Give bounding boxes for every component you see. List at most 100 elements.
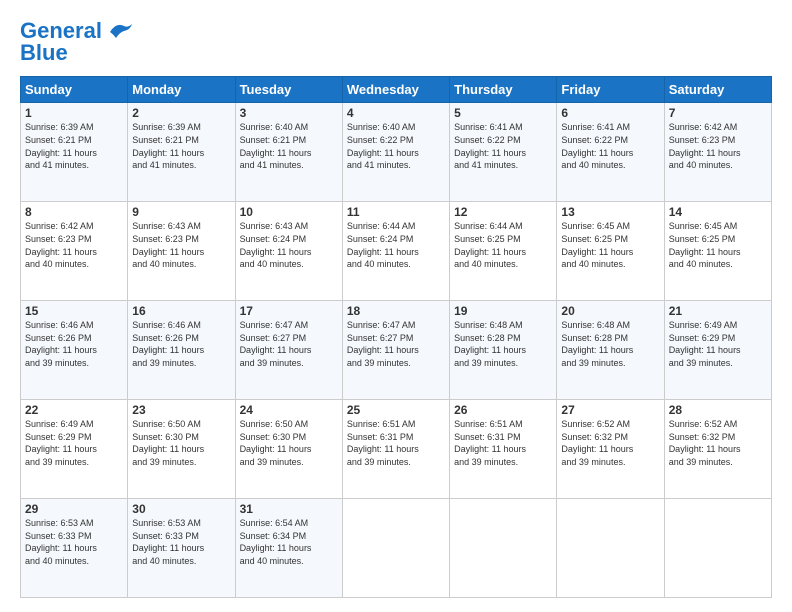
day-number: 3	[240, 106, 338, 120]
day-info: Sunrise: 6:44 AM Sunset: 6:25 PM Dayligh…	[454, 220, 552, 270]
calendar-cell: 29Sunrise: 6:53 AM Sunset: 6:33 PM Dayli…	[21, 499, 128, 598]
day-number: 18	[347, 304, 445, 318]
calendar-cell: 16Sunrise: 6:46 AM Sunset: 6:26 PM Dayli…	[128, 301, 235, 400]
day-info: Sunrise: 6:43 AM Sunset: 6:24 PM Dayligh…	[240, 220, 338, 270]
day-number: 25	[347, 403, 445, 417]
calendar-cell: 25Sunrise: 6:51 AM Sunset: 6:31 PM Dayli…	[342, 400, 449, 499]
calendar-cell: 9Sunrise: 6:43 AM Sunset: 6:23 PM Daylig…	[128, 202, 235, 301]
day-number: 17	[240, 304, 338, 318]
day-number: 8	[25, 205, 123, 219]
day-info: Sunrise: 6:39 AM Sunset: 6:21 PM Dayligh…	[132, 121, 230, 171]
day-number: 12	[454, 205, 552, 219]
calendar-cell: 12Sunrise: 6:44 AM Sunset: 6:25 PM Dayli…	[450, 202, 557, 301]
calendar-cell	[557, 499, 664, 598]
day-number: 20	[561, 304, 659, 318]
header: General Blue	[20, 18, 772, 66]
calendar-cell: 15Sunrise: 6:46 AM Sunset: 6:26 PM Dayli…	[21, 301, 128, 400]
day-info: Sunrise: 6:40 AM Sunset: 6:22 PM Dayligh…	[347, 121, 445, 171]
day-number: 31	[240, 502, 338, 516]
day-info: Sunrise: 6:45 AM Sunset: 6:25 PM Dayligh…	[669, 220, 767, 270]
calendar-cell: 22Sunrise: 6:49 AM Sunset: 6:29 PM Dayli…	[21, 400, 128, 499]
day-number: 7	[669, 106, 767, 120]
day-info: Sunrise: 6:40 AM Sunset: 6:21 PM Dayligh…	[240, 121, 338, 171]
day-info: Sunrise: 6:48 AM Sunset: 6:28 PM Dayligh…	[454, 319, 552, 369]
weekday-header-tuesday: Tuesday	[235, 77, 342, 103]
calendar-cell: 13Sunrise: 6:45 AM Sunset: 6:25 PM Dayli…	[557, 202, 664, 301]
day-info: Sunrise: 6:46 AM Sunset: 6:26 PM Dayligh…	[132, 319, 230, 369]
day-number: 11	[347, 205, 445, 219]
weekday-header-sunday: Sunday	[21, 77, 128, 103]
day-info: Sunrise: 6:46 AM Sunset: 6:26 PM Dayligh…	[25, 319, 123, 369]
day-info: Sunrise: 6:54 AM Sunset: 6:34 PM Dayligh…	[240, 517, 338, 567]
day-number: 26	[454, 403, 552, 417]
calendar-cell	[450, 499, 557, 598]
calendar-cell: 17Sunrise: 6:47 AM Sunset: 6:27 PM Dayli…	[235, 301, 342, 400]
weekday-header-friday: Friday	[557, 77, 664, 103]
day-info: Sunrise: 6:49 AM Sunset: 6:29 PM Dayligh…	[669, 319, 767, 369]
weekday-header-thursday: Thursday	[450, 77, 557, 103]
calendar-cell: 6Sunrise: 6:41 AM Sunset: 6:22 PM Daylig…	[557, 103, 664, 202]
day-info: Sunrise: 6:39 AM Sunset: 6:21 PM Dayligh…	[25, 121, 123, 171]
calendar-cell: 23Sunrise: 6:50 AM Sunset: 6:30 PM Dayli…	[128, 400, 235, 499]
calendar-cell: 10Sunrise: 6:43 AM Sunset: 6:24 PM Dayli…	[235, 202, 342, 301]
calendar-cell: 14Sunrise: 6:45 AM Sunset: 6:25 PM Dayli…	[664, 202, 771, 301]
day-info: Sunrise: 6:51 AM Sunset: 6:31 PM Dayligh…	[454, 418, 552, 468]
calendar-cell: 11Sunrise: 6:44 AM Sunset: 6:24 PM Dayli…	[342, 202, 449, 301]
logo-bird-icon	[106, 20, 134, 42]
day-info: Sunrise: 6:42 AM Sunset: 6:23 PM Dayligh…	[669, 121, 767, 171]
day-number: 16	[132, 304, 230, 318]
day-info: Sunrise: 6:48 AM Sunset: 6:28 PM Dayligh…	[561, 319, 659, 369]
calendar-cell: 28Sunrise: 6:52 AM Sunset: 6:32 PM Dayli…	[664, 400, 771, 499]
day-number: 5	[454, 106, 552, 120]
day-number: 29	[25, 502, 123, 516]
calendar-cell: 7Sunrise: 6:42 AM Sunset: 6:23 PM Daylig…	[664, 103, 771, 202]
day-number: 14	[669, 205, 767, 219]
calendar-cell: 5Sunrise: 6:41 AM Sunset: 6:22 PM Daylig…	[450, 103, 557, 202]
weekday-header-saturday: Saturday	[664, 77, 771, 103]
day-number: 1	[25, 106, 123, 120]
logo-blue-text: Blue	[20, 40, 68, 66]
calendar-cell: 3Sunrise: 6:40 AM Sunset: 6:21 PM Daylig…	[235, 103, 342, 202]
day-number: 21	[669, 304, 767, 318]
day-info: Sunrise: 6:49 AM Sunset: 6:29 PM Dayligh…	[25, 418, 123, 468]
day-number: 9	[132, 205, 230, 219]
calendar-cell	[664, 499, 771, 598]
day-info: Sunrise: 6:53 AM Sunset: 6:33 PM Dayligh…	[25, 517, 123, 567]
day-info: Sunrise: 6:44 AM Sunset: 6:24 PM Dayligh…	[347, 220, 445, 270]
calendar-cell: 24Sunrise: 6:50 AM Sunset: 6:30 PM Dayli…	[235, 400, 342, 499]
calendar-table: SundayMondayTuesdayWednesdayThursdayFrid…	[20, 76, 772, 598]
day-info: Sunrise: 6:43 AM Sunset: 6:23 PM Dayligh…	[132, 220, 230, 270]
day-info: Sunrise: 6:42 AM Sunset: 6:23 PM Dayligh…	[25, 220, 123, 270]
day-number: 28	[669, 403, 767, 417]
day-number: 2	[132, 106, 230, 120]
day-number: 30	[132, 502, 230, 516]
day-number: 27	[561, 403, 659, 417]
calendar-cell: 8Sunrise: 6:42 AM Sunset: 6:23 PM Daylig…	[21, 202, 128, 301]
weekday-header-wednesday: Wednesday	[342, 77, 449, 103]
day-info: Sunrise: 6:52 AM Sunset: 6:32 PM Dayligh…	[669, 418, 767, 468]
calendar-cell: 4Sunrise: 6:40 AM Sunset: 6:22 PM Daylig…	[342, 103, 449, 202]
day-info: Sunrise: 6:51 AM Sunset: 6:31 PM Dayligh…	[347, 418, 445, 468]
calendar-cell: 31Sunrise: 6:54 AM Sunset: 6:34 PM Dayli…	[235, 499, 342, 598]
day-info: Sunrise: 6:53 AM Sunset: 6:33 PM Dayligh…	[132, 517, 230, 567]
day-number: 10	[240, 205, 338, 219]
day-info: Sunrise: 6:41 AM Sunset: 6:22 PM Dayligh…	[561, 121, 659, 171]
day-number: 6	[561, 106, 659, 120]
day-info: Sunrise: 6:47 AM Sunset: 6:27 PM Dayligh…	[347, 319, 445, 369]
day-info: Sunrise: 6:52 AM Sunset: 6:32 PM Dayligh…	[561, 418, 659, 468]
day-info: Sunrise: 6:50 AM Sunset: 6:30 PM Dayligh…	[132, 418, 230, 468]
calendar-cell: 21Sunrise: 6:49 AM Sunset: 6:29 PM Dayli…	[664, 301, 771, 400]
day-number: 22	[25, 403, 123, 417]
calendar-cell: 30Sunrise: 6:53 AM Sunset: 6:33 PM Dayli…	[128, 499, 235, 598]
day-info: Sunrise: 6:50 AM Sunset: 6:30 PM Dayligh…	[240, 418, 338, 468]
day-info: Sunrise: 6:47 AM Sunset: 6:27 PM Dayligh…	[240, 319, 338, 369]
calendar-cell: 27Sunrise: 6:52 AM Sunset: 6:32 PM Dayli…	[557, 400, 664, 499]
calendar-cell: 2Sunrise: 6:39 AM Sunset: 6:21 PM Daylig…	[128, 103, 235, 202]
calendar-cell: 19Sunrise: 6:48 AM Sunset: 6:28 PM Dayli…	[450, 301, 557, 400]
calendar-cell: 20Sunrise: 6:48 AM Sunset: 6:28 PM Dayli…	[557, 301, 664, 400]
day-number: 15	[25, 304, 123, 318]
day-number: 19	[454, 304, 552, 318]
day-info: Sunrise: 6:45 AM Sunset: 6:25 PM Dayligh…	[561, 220, 659, 270]
day-number: 24	[240, 403, 338, 417]
day-number: 4	[347, 106, 445, 120]
